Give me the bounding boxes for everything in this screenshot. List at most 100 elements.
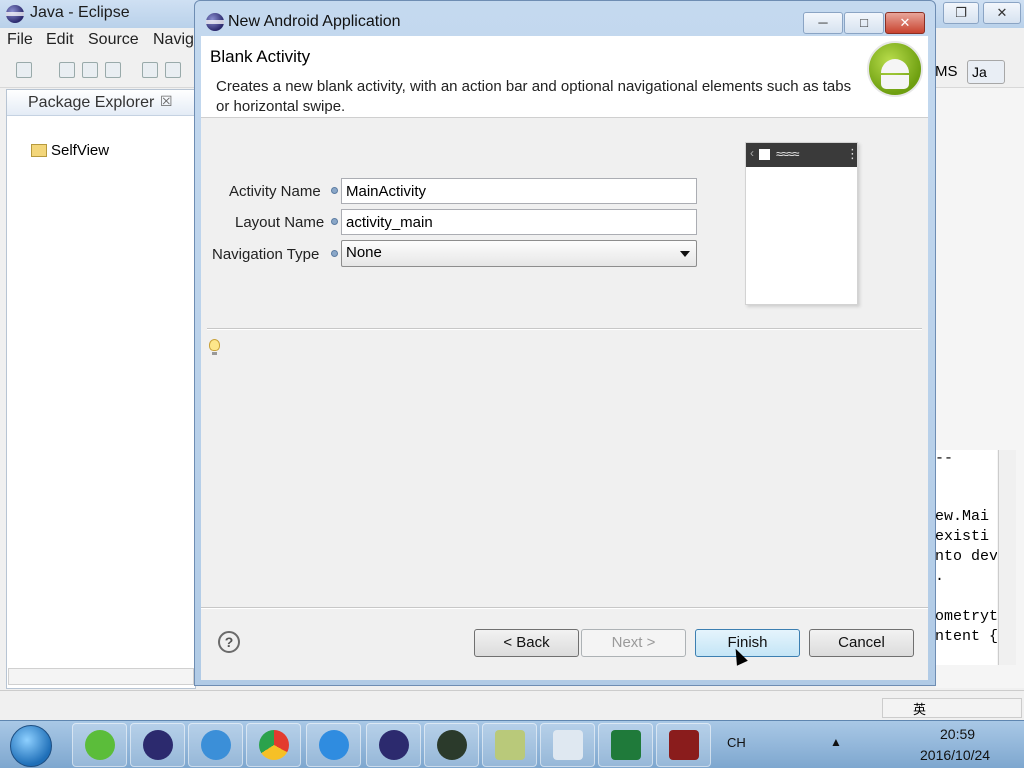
sdk-manager-icon[interactable] (142, 62, 158, 78)
overflow-menu-icon: ⋮ (846, 146, 859, 161)
clock-time[interactable]: 20:59 (940, 726, 975, 742)
excel-icon (611, 730, 641, 760)
back-button[interactable]: < Back (474, 629, 579, 657)
tray-expand-icon[interactable]: ▲ (830, 735, 842, 749)
android-body-icon (881, 75, 909, 89)
lightbulb-base-icon (212, 352, 217, 355)
package-explorer-tab[interactable]: Package Explorer ☒ (7, 90, 195, 116)
info-icon (331, 218, 338, 225)
activity-preview: ‹ ≈≈≈≈ ⋮ (745, 142, 859, 305)
eclipse-taskbar-icon (143, 730, 173, 760)
android-sdk-icon (437, 730, 467, 760)
start-button-icon[interactable] (10, 725, 52, 767)
button-bar-separator (201, 607, 928, 609)
console-output: -- ew.Mai existi nto dev . ometryt ntent… (935, 450, 997, 665)
preview-action-bar: ‹ ≈≈≈≈ ⋮ (746, 143, 859, 167)
activity-name-input[interactable] (341, 178, 697, 204)
separator (207, 328, 922, 330)
activity-name-label: Activity Name (229, 183, 321, 200)
chevron-down-icon (680, 251, 690, 257)
console-line: . (935, 568, 945, 585)
taskbar-app-cloud[interactable] (306, 723, 361, 767)
print-icon[interactable] (105, 62, 121, 78)
taskbar-app-notepad[interactable] (540, 723, 595, 767)
chevron-left-icon: ‹ (750, 146, 754, 160)
chrome-icon (259, 730, 289, 760)
console-line: ew.Mai (935, 508, 990, 525)
taskbar-app-android-sdk[interactable] (424, 723, 479, 767)
minimize-icon[interactable]: ─ (803, 12, 843, 34)
ime-language[interactable]: 英 (913, 702, 926, 717)
project-folder-icon (31, 144, 47, 157)
maximize-icon[interactable]: □ (844, 12, 884, 34)
dialog-body (201, 36, 928, 680)
console-line: nto dev (935, 548, 997, 565)
wizard-page-description: Creates a new blank activity, with an ac… (216, 78, 852, 115)
camera-icon (669, 730, 699, 760)
console-line: ntent { (935, 628, 997, 645)
taskbar-app-camera[interactable] (656, 723, 711, 767)
eclipse-window-title: Java - Eclipse (30, 4, 130, 21)
clock-date[interactable]: 2016/10/24 (920, 747, 990, 763)
menu-file[interactable]: File (7, 31, 33, 49)
android-head-icon (881, 59, 909, 73)
menu-navigate[interactable]: Navig (153, 31, 194, 49)
info-icon (331, 250, 338, 257)
dialog-close-icon[interactable]: ✕ (885, 12, 925, 34)
eclipse-taskbar-icon (379, 730, 409, 760)
menu-source[interactable]: Source (88, 31, 139, 49)
notepad-icon (553, 730, 583, 760)
taskbar-app-eclipse[interactable] (130, 723, 185, 767)
console-line: existi (935, 528, 990, 545)
package-explorer-title: Package Explorer (28, 94, 155, 111)
network-icon (201, 730, 231, 760)
console-line: -- (935, 450, 954, 467)
save-icon[interactable] (59, 62, 75, 78)
project-label: SelfView (51, 142, 110, 159)
wizard-page-title: Blank Activity (210, 47, 311, 66)
taskbar-app-excel[interactable] (598, 723, 653, 767)
cloud-icon (319, 730, 349, 760)
package-explorer: Package Explorer ☒ SelfView (6, 89, 196, 689)
help-icon[interactable]: ? (218, 631, 240, 653)
avd-manager-icon[interactable] (165, 62, 181, 78)
console-scrollbar[interactable] (998, 450, 1016, 665)
new-icon[interactable] (16, 62, 32, 78)
notes-icon (495, 730, 525, 760)
horizontal-scrollbar[interactable] (8, 668, 194, 685)
dialog-eclipse-icon (206, 13, 224, 31)
info-icon (331, 187, 338, 194)
close-icon[interactable]: ✕ (983, 2, 1021, 24)
restore-icon[interactable]: ❐ (943, 2, 979, 24)
cancel-button[interactable]: Cancel (809, 629, 914, 657)
close-tab-icon[interactable]: ☒ (160, 93, 173, 110)
menu-edit[interactable]: Edit (46, 31, 74, 49)
finish-button[interactable]: Finish (695, 629, 800, 657)
taskbar: CH ▲ 20:59 2016/10/24 (0, 720, 1024, 768)
tray-language[interactable]: CH (727, 735, 746, 750)
ime-toolbar[interactable]: 英 (882, 698, 1022, 718)
navigation-type-value: None (346, 244, 382, 261)
java-perspective-tab[interactable]: Ja (967, 60, 1005, 84)
title-placeholder-icon: ≈≈≈≈ (776, 147, 799, 161)
console-line: ometryt (935, 608, 997, 625)
taskbar-app-eclipse2[interactable] (366, 723, 421, 767)
next-button[interactable]: Next > (581, 629, 686, 657)
layout-name-input[interactable] (341, 209, 697, 235)
taskbar-app-network[interactable] (188, 723, 243, 767)
save-all-icon[interactable] (82, 62, 98, 78)
navigation-type-select[interactable]: None (341, 240, 697, 267)
lightbulb-icon (209, 339, 220, 351)
taskbar-app-ie[interactable] (72, 723, 127, 767)
taskbar-app-notes[interactable] (482, 723, 537, 767)
dialog-title: New Android Application (228, 13, 401, 30)
eclipse-icon (6, 5, 24, 23)
ddms-perspective-label[interactable]: MS (935, 63, 958, 80)
eclipse-statusbar (0, 690, 1024, 720)
navigation-type-label: Navigation Type (212, 246, 320, 263)
layout-name-label: Layout Name (235, 214, 325, 231)
taskbar-app-chrome[interactable] (246, 723, 301, 767)
ie-icon (85, 730, 115, 760)
android-logo-icon (867, 41, 923, 97)
app-icon (759, 149, 770, 160)
